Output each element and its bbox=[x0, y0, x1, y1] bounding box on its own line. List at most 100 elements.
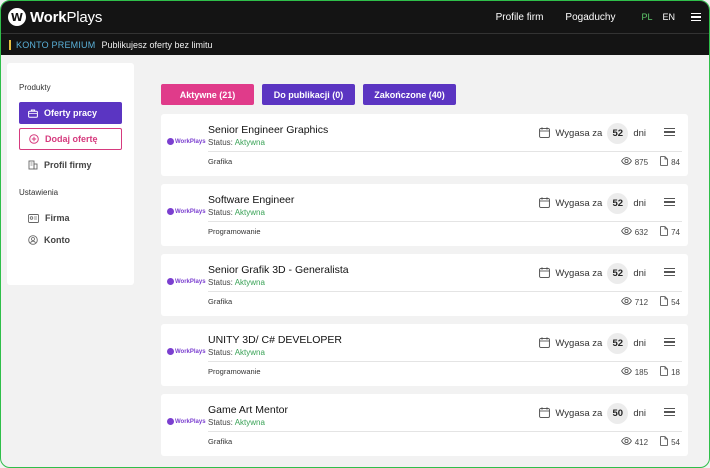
job-menu-icon[interactable] bbox=[664, 198, 675, 206]
job-card[interactable]: WorkPlays Senior Engineer Graphics Statu… bbox=[161, 114, 688, 176]
job-applications-count: 54 bbox=[671, 437, 680, 447]
sidebar-company-profile-label: Profil firmy bbox=[44, 160, 92, 170]
company-logo: WorkPlays bbox=[167, 208, 206, 215]
company-logo-icon bbox=[167, 348, 174, 355]
sidebar-job-offers-label: Oferty pracy bbox=[44, 108, 98, 118]
job-menu-icon[interactable] bbox=[664, 268, 675, 276]
document-icon bbox=[660, 296, 668, 308]
calendar-icon bbox=[539, 196, 551, 211]
job-status-value: Aktywna bbox=[234, 278, 265, 287]
job-card[interactable]: WorkPlays Senior Grafik 3D - Generalista… bbox=[161, 254, 688, 316]
job-status: Status: Aktywna bbox=[208, 348, 265, 357]
job-stats: 185 18 bbox=[620, 366, 680, 378]
sidebar-company[interactable]: Firma bbox=[19, 207, 122, 229]
job-expiry: Wygasa za 52 dni bbox=[539, 193, 646, 214]
job-stats: 712 54 bbox=[620, 296, 680, 308]
eye-icon bbox=[620, 297, 632, 307]
eye-icon bbox=[620, 227, 632, 237]
job-status: Status: Aktywna bbox=[208, 208, 265, 217]
tab-to-publish[interactable]: Do publikacji (0) bbox=[262, 84, 355, 105]
job-menu-icon[interactable] bbox=[664, 408, 675, 416]
job-days-remaining: 52 bbox=[607, 263, 629, 284]
sidebar-add-offer-button[interactable]: Dodaj ofertę bbox=[19, 128, 122, 150]
job-divider bbox=[208, 431, 682, 432]
job-title[interactable]: Senior Grafik 3D - Generalista bbox=[208, 264, 349, 276]
sidebar-company-label: Firma bbox=[45, 213, 70, 223]
job-title[interactable]: Software Engineer bbox=[208, 194, 294, 206]
job-category: Grafika bbox=[208, 437, 233, 446]
job-status-value: Aktywna bbox=[234, 138, 265, 147]
nav-profile-firm[interactable]: Profile firm bbox=[496, 12, 544, 23]
company-logo: WorkPlays bbox=[167, 138, 206, 145]
company-logo-icon bbox=[167, 418, 174, 425]
job-card[interactable]: WorkPlays UNITY 3D/ C# DEVELOPER Status:… bbox=[161, 324, 688, 386]
eye-icon bbox=[620, 437, 632, 447]
calendar-icon bbox=[539, 336, 551, 351]
tab-finished[interactable]: Zakończone (40) bbox=[363, 84, 456, 105]
job-days-remaining: 52 bbox=[607, 193, 629, 214]
job-stats: 875 84 bbox=[620, 156, 680, 168]
job-views-count: 712 bbox=[634, 297, 649, 307]
top-navbar: W WorkPlays Profile firm Pogaduchy PL EN bbox=[1, 1, 709, 33]
building-icon bbox=[28, 160, 38, 170]
hamburger-menu-icon[interactable] bbox=[691, 12, 701, 22]
app-frame: W WorkPlays Profile firm Pogaduchy PL EN… bbox=[0, 0, 710, 468]
job-divider bbox=[208, 221, 682, 222]
job-category: Programowanie bbox=[208, 227, 261, 236]
premium-badge: KONTO PREMIUM bbox=[9, 39, 95, 50]
sidebar-add-offer-label: Dodaj ofertę bbox=[45, 134, 98, 144]
job-views-count: 412 bbox=[634, 437, 649, 447]
job-expiry: Wygasa za 50 dni bbox=[539, 403, 646, 424]
job-status-value: Aktywna bbox=[234, 418, 265, 427]
job-applications-count: 74 bbox=[671, 227, 680, 237]
plus-circle-icon bbox=[29, 134, 39, 144]
job-menu-icon[interactable] bbox=[664, 128, 675, 136]
job-category: Grafika bbox=[208, 157, 233, 166]
job-expiry-label: Wygasa za bbox=[555, 128, 603, 139]
sidebar-account-label: Konto bbox=[44, 235, 70, 245]
logo-text: WorkPlays bbox=[30, 8, 103, 26]
nav-pogaduchy[interactable]: Pogaduchy bbox=[565, 12, 615, 23]
job-applications-count: 84 bbox=[671, 157, 680, 167]
premium-bar: KONTO PREMIUM Publikujesz oferty bez lim… bbox=[1, 33, 709, 55]
job-title[interactable]: UNITY 3D/ C# DEVELOPER bbox=[208, 334, 342, 346]
job-status-value: Aktywna bbox=[234, 348, 265, 357]
job-days-suffix: dni bbox=[633, 338, 646, 349]
job-menu-icon[interactable] bbox=[664, 338, 675, 346]
tab-active[interactable]: Aktywne (21) bbox=[161, 84, 254, 105]
job-expiry-label: Wygasa za bbox=[555, 408, 603, 419]
job-days-remaining: 52 bbox=[607, 123, 629, 144]
workplays-logo[interactable]: W WorkPlays bbox=[8, 8, 102, 26]
company-logo: WorkPlays bbox=[167, 418, 206, 425]
lang-en[interactable]: EN bbox=[662, 12, 675, 22]
lang-pl[interactable]: PL bbox=[641, 12, 652, 22]
job-divider bbox=[208, 291, 682, 292]
job-category: Programowanie bbox=[208, 367, 261, 376]
document-icon bbox=[660, 436, 668, 448]
sidebar-company-profile[interactable]: Profil firmy bbox=[19, 154, 122, 176]
job-expiry-label: Wygasa za bbox=[555, 268, 603, 279]
company-logo-icon bbox=[167, 138, 174, 145]
id-card-icon bbox=[28, 213, 39, 223]
job-category: Grafika bbox=[208, 297, 233, 306]
user-circle-icon bbox=[28, 235, 38, 245]
job-days-suffix: dni bbox=[633, 128, 646, 139]
job-days-remaining: 52 bbox=[607, 333, 629, 354]
company-logo: WorkPlays bbox=[167, 278, 206, 285]
job-days-suffix: dni bbox=[633, 198, 646, 209]
calendar-icon bbox=[539, 406, 551, 421]
sidebar-job-offers-button[interactable]: Oferty pracy bbox=[19, 102, 122, 124]
job-title[interactable]: Game Art Mentor bbox=[208, 404, 288, 416]
job-applications-count: 18 bbox=[671, 367, 680, 377]
eye-icon bbox=[620, 367, 632, 377]
job-card[interactable]: WorkPlays Game Art Mentor Status: Aktywn… bbox=[161, 394, 688, 456]
job-days-suffix: dni bbox=[633, 408, 646, 419]
calendar-icon bbox=[539, 266, 551, 281]
job-expiry: Wygasa za 52 dni bbox=[539, 123, 646, 144]
sidebar-account[interactable]: Konto bbox=[19, 229, 122, 251]
job-status: Status: Aktywna bbox=[208, 138, 265, 147]
document-icon bbox=[660, 226, 668, 238]
job-days-suffix: dni bbox=[633, 268, 646, 279]
job-title[interactable]: Senior Engineer Graphics bbox=[208, 124, 328, 136]
job-card[interactable]: WorkPlays Software Engineer Status: Akty… bbox=[161, 184, 688, 246]
